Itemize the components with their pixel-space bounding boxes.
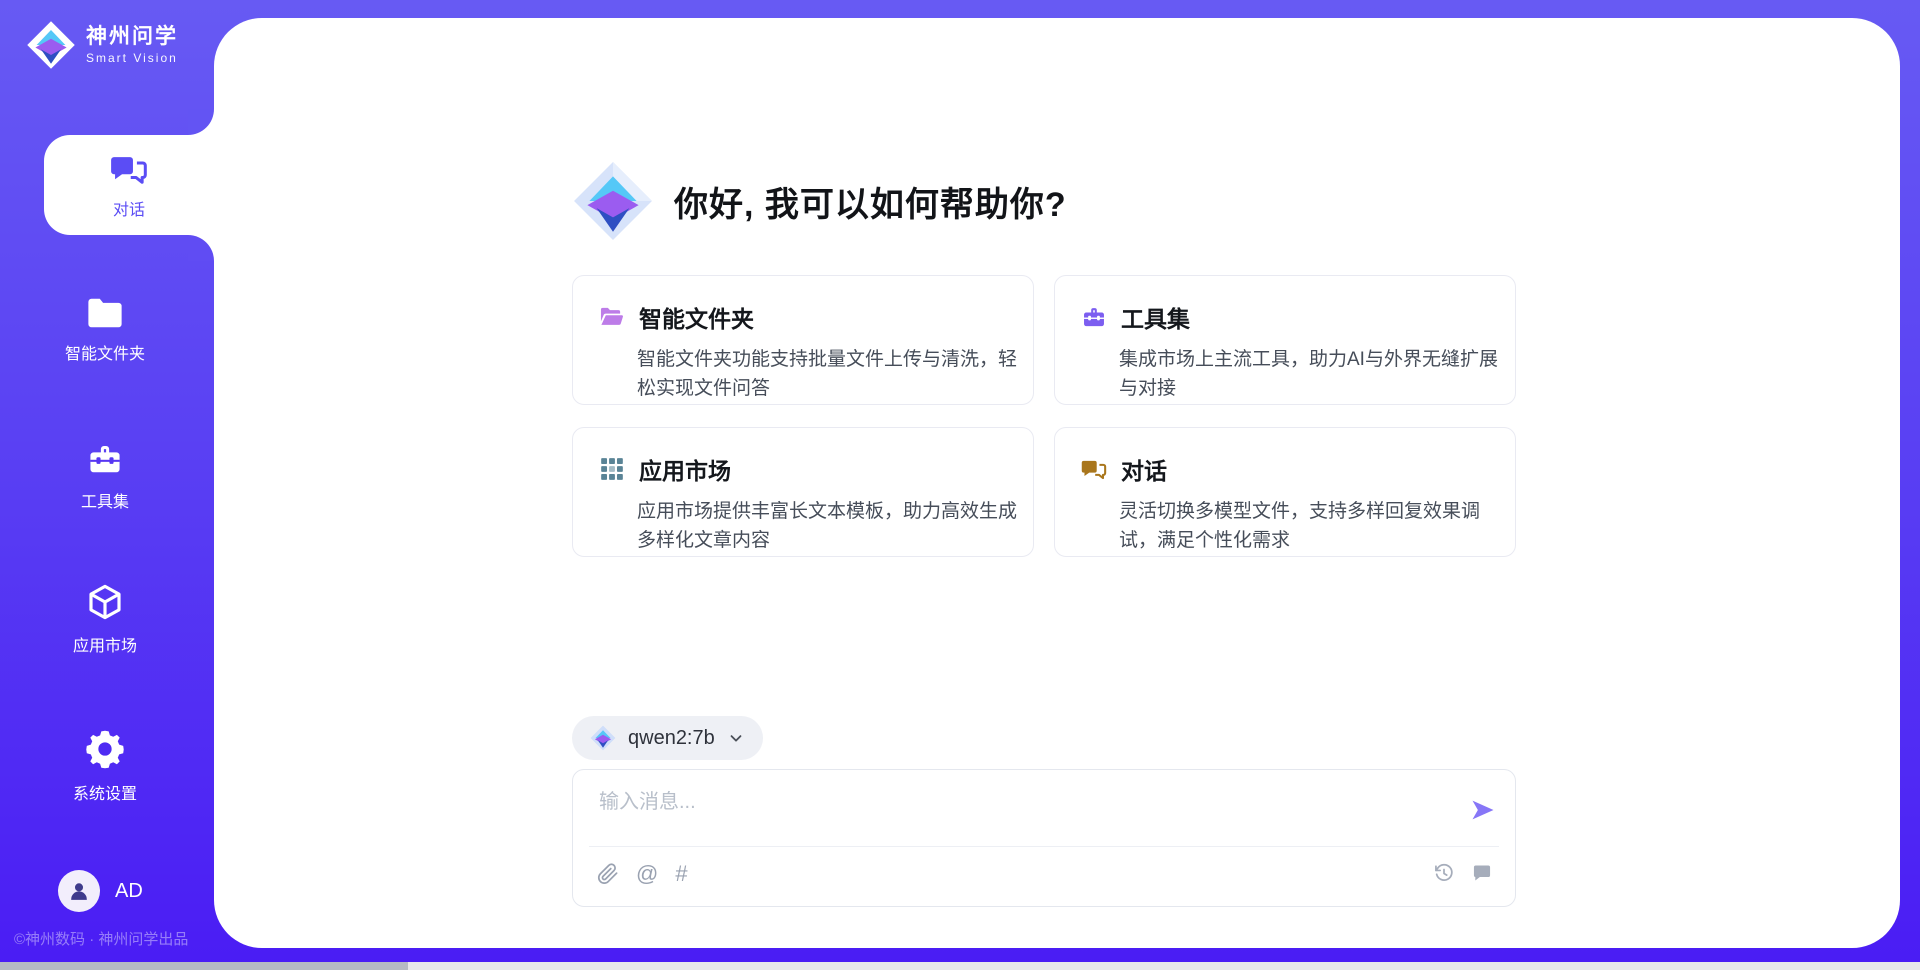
folder-icon bbox=[86, 296, 124, 330]
chevron-down-icon bbox=[727, 729, 745, 747]
avatar bbox=[58, 870, 100, 912]
brand-subtitle: Smart Vision bbox=[86, 51, 178, 65]
feature-cards: 智能文件夹 智能文件夹功能支持批量文件上传与清洗，轻松实现文件问答 工具集 集成… bbox=[572, 275, 1516, 557]
card-description: 应用市场提供丰富长文本模板，助力高效生成多样化文章内容 bbox=[637, 498, 1029, 555]
send-icon[interactable] bbox=[1469, 796, 1497, 824]
tab-fillet-top bbox=[188, 109, 214, 135]
card-chat[interactable]: 对话 灵活切换多模型文件，支持多样回复效果调试，满足个性化需求 bbox=[1054, 427, 1516, 557]
chat-icon bbox=[110, 150, 148, 188]
sidebar-item-settings[interactable]: 系统设置 bbox=[20, 728, 190, 804]
sidebar-item-chat[interactable]: 对话 bbox=[44, 135, 218, 235]
card-app-market[interactable]: 应用市场 应用市场提供丰富长文本模板，助力高效生成多样化文章内容 bbox=[572, 427, 1034, 557]
app-window: 神州问学 Smart Vision 对话 智能文件夹 bbox=[0, 0, 1920, 970]
person-icon bbox=[66, 878, 92, 904]
app-logo-diamond-icon bbox=[572, 160, 654, 242]
tab-fillet-bottom bbox=[188, 235, 214, 261]
sidebar-item-label: 工具集 bbox=[81, 488, 129, 512]
card-toolbox[interactable]: 工具集 集成市场上主流工具，助力AI与外界无缝扩展与对接 bbox=[1054, 275, 1516, 405]
user-profile[interactable]: AD bbox=[58, 870, 143, 912]
toolbox-icon bbox=[1081, 304, 1107, 330]
brand: 神州问学 Smart Vision bbox=[26, 20, 178, 70]
greeting-text: 你好, 我可以如何帮助你? bbox=[674, 177, 1067, 226]
brand-name: 神州问学 bbox=[86, 25, 178, 48]
sidebar-item-toolbox[interactable]: 工具集 bbox=[20, 440, 190, 512]
brand-logo-diamond-icon bbox=[26, 20, 76, 70]
model-name: qwen2:7b bbox=[628, 727, 715, 750]
sidebar-item-label: 对话 bbox=[113, 196, 145, 220]
cube-icon bbox=[85, 582, 125, 622]
card-description: 灵活切换多模型文件，支持多样回复效果调试，满足个性化需求 bbox=[1119, 498, 1511, 555]
model-selector[interactable]: qwen2:7b bbox=[572, 716, 763, 760]
grid-icon bbox=[599, 456, 625, 482]
scrollbar-thumb[interactable] bbox=[0, 962, 408, 970]
card-description: 集成市场上主流工具，助力AI与外界无缝扩展与对接 bbox=[1119, 346, 1511, 403]
card-title: 智能文件夹 bbox=[639, 300, 754, 334]
gear-icon bbox=[84, 728, 126, 770]
topic-hash-icon[interactable]: # bbox=[675, 862, 687, 886]
sidebar-item-label: 系统设置 bbox=[73, 780, 137, 804]
toolbox-icon bbox=[86, 440, 124, 478]
attachment-icon[interactable] bbox=[597, 863, 619, 885]
card-description: 智能文件夹功能支持批量文件上传与清洗，轻松实现文件问答 bbox=[637, 346, 1029, 403]
message-input[interactable] bbox=[597, 782, 1437, 822]
message-composer: @ # bbox=[572, 769, 1516, 907]
conversation-bubble-icon[interactable] bbox=[1471, 862, 1493, 884]
card-title: 对话 bbox=[1121, 452, 1167, 486]
model-diamond-icon bbox=[590, 725, 616, 751]
sidebar-item-app-market[interactable]: 应用市场 bbox=[20, 582, 190, 656]
card-title: 工具集 bbox=[1121, 300, 1190, 334]
card-title: 应用市场 bbox=[639, 452, 731, 486]
sidebar-item-label: 智能文件夹 bbox=[65, 340, 145, 364]
history-icon[interactable] bbox=[1433, 862, 1455, 884]
horizontal-scrollbar[interactable] bbox=[0, 962, 1920, 970]
mention-icon[interactable]: @ bbox=[636, 862, 658, 886]
card-smart-folder[interactable]: 智能文件夹 智能文件夹功能支持批量文件上传与清洗，轻松实现文件问答 bbox=[572, 275, 1034, 405]
sidebar-footer: ©神州数码 · 神州问学出品 bbox=[14, 928, 188, 949]
folder-open-icon bbox=[599, 305, 625, 329]
composer-divider bbox=[589, 846, 1499, 847]
chat-icon bbox=[1081, 456, 1107, 482]
user-initials: AD bbox=[115, 880, 143, 903]
sidebar-item-label: 应用市场 bbox=[73, 632, 137, 656]
sidebar-item-smart-folder[interactable]: 智能文件夹 bbox=[20, 296, 190, 364]
greeting: 你好, 我可以如何帮助你? bbox=[572, 160, 1067, 242]
